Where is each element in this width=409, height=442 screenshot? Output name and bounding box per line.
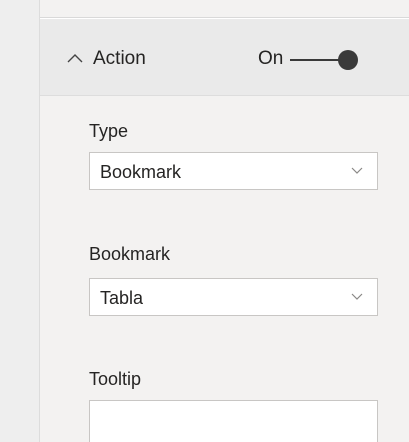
left-panel-strip <box>0 0 40 442</box>
previous-section-edge <box>40 0 409 18</box>
format-pane: Action On Type Bookmark Bookmark Tabla T… <box>0 0 409 442</box>
toggle-knob[interactable] <box>338 50 358 70</box>
type-dropdown-value: Bookmark <box>100 162 182 182</box>
bookmark-dropdown[interactable]: Tabla <box>89 278 378 316</box>
type-label: Type <box>89 121 129 141</box>
chevron-down-icon <box>351 167 363 174</box>
chevron-up-icon[interactable] <box>67 53 83 63</box>
type-dropdown[interactable]: Bookmark <box>89 152 378 190</box>
tooltip-label: Tooltip <box>89 369 142 389</box>
tooltip-input[interactable] <box>89 400 378 442</box>
action-toggle[interactable] <box>290 50 362 70</box>
bookmark-label: Bookmark <box>89 244 171 264</box>
action-section-header[interactable]: Action On <box>40 19 409 96</box>
toggle-label: On <box>258 48 284 69</box>
bookmark-dropdown-value: Tabla <box>100 288 144 308</box>
chevron-down-icon <box>351 293 363 300</box>
toggle-track <box>290 59 340 61</box>
action-section: Action On Type Bookmark Bookmark Tabla T… <box>40 19 409 442</box>
section-title: Action <box>93 48 146 69</box>
